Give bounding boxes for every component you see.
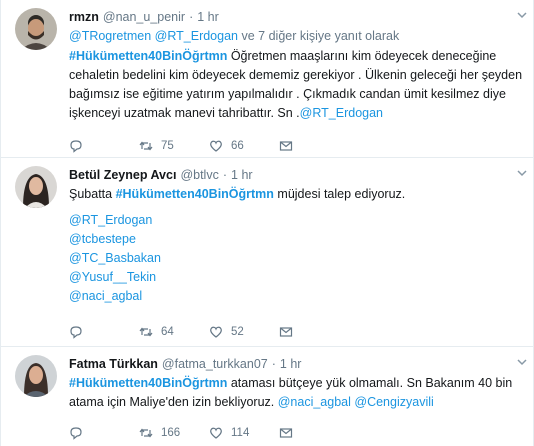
tweet[interactable]: Fatma Türkkan @fatma_turkkan07 · 1 hr #H… xyxy=(1,347,533,446)
like-icon xyxy=(210,427,222,439)
tweet-header: Betül Zeynep Avcı @btlvc · 1 hr xyxy=(69,166,525,184)
tweet-text: #Hükümetten40BinÖğrtmn Öğretmen maaşları… xyxy=(69,47,525,123)
tweet-text: #Hükümetten40BinÖğrtmn ataması bütçeye y… xyxy=(69,374,525,412)
mention-link[interactable]: @RT_Erdogan xyxy=(300,106,383,120)
hashtag-link[interactable]: #Hükümetten40BinÖğrtmn xyxy=(69,376,227,390)
timestamp[interactable]: 1 hr xyxy=(231,166,253,184)
reply-button[interactable] xyxy=(69,426,139,440)
reply-icon xyxy=(70,326,82,339)
tweet-header: Fatma Türkkan @fatma_turkkan07 · 1 hr xyxy=(69,355,525,373)
text-line: işkenceyi uzatmak manevi tahribattır. Sn… xyxy=(69,106,300,120)
text-line: Şubatta xyxy=(69,187,116,201)
text-line: Öğretmen maaşlarını kim ödeyecek deneceğ… xyxy=(227,49,497,63)
retweet-icon xyxy=(139,141,153,151)
mention-link[interactable]: @TC_Basbakan xyxy=(69,249,525,268)
retweet-button[interactable]: 75 xyxy=(139,139,209,153)
display-name[interactable]: Fatma Türkkan xyxy=(69,355,158,373)
text-line: bağımsız ise eğitime yatırım yapılmalıdı… xyxy=(69,87,506,101)
retweet-button[interactable]: 64 xyxy=(139,325,209,339)
dm-button[interactable] xyxy=(279,325,293,339)
chevron-down-icon[interactable] xyxy=(515,8,529,22)
dm-button[interactable] xyxy=(279,139,293,153)
replying-suffix: ve 7 diğer kişiye yanıt olarak xyxy=(241,29,400,43)
avatar[interactable] xyxy=(15,166,57,208)
text-line: atama için Maliye'den izin bekliyoruz. xyxy=(69,395,278,409)
tweet-actions: 64 52 xyxy=(69,324,293,340)
display-name[interactable]: rmzn xyxy=(69,8,99,26)
like-count: 52 xyxy=(231,326,244,338)
reply-button[interactable] xyxy=(69,139,139,153)
retweet-icon xyxy=(139,428,153,438)
text-line: müjdesi talep ediyoruz. xyxy=(273,187,406,201)
text-line: cehaletin bedelini kim ödeyecek dememiz … xyxy=(69,68,523,82)
avatar[interactable] xyxy=(15,355,57,397)
display-name[interactable]: Betül Zeynep Avcı xyxy=(69,166,176,184)
dm-button[interactable] xyxy=(279,426,293,440)
like-button[interactable]: 52 xyxy=(209,325,279,339)
dm-icon xyxy=(279,327,293,337)
retweet-count: 64 xyxy=(161,326,174,338)
like-button[interactable]: 114 xyxy=(209,426,279,440)
dm-icon xyxy=(279,141,293,151)
timestamp[interactable]: 1 hr xyxy=(280,355,302,373)
chevron-down-icon[interactable] xyxy=(515,166,529,180)
like-count: 66 xyxy=(231,140,244,152)
mention-link[interactable]: @RT_Erdogan xyxy=(69,211,525,230)
separator-dot: · xyxy=(222,168,228,182)
mention-link[interactable]: @Yusuf__Tekin xyxy=(69,268,525,287)
avatar[interactable] xyxy=(15,8,57,50)
text-line: ataması bütçeye yük olmamalı. Sn Bakanım… xyxy=(227,376,513,390)
tweet[interactable]: rmzn @nan_u_penir · 1 hr @TRogretmen @RT… xyxy=(1,0,533,158)
hashtag-link[interactable]: #Hükümetten40BinÖğrtmn xyxy=(69,49,227,63)
retweet-count: 166 xyxy=(161,427,181,439)
retweet-button[interactable]: 166 xyxy=(139,426,209,440)
like-button[interactable]: 66 xyxy=(209,139,279,153)
dm-icon xyxy=(279,428,293,438)
mention-link[interactable]: @Cengizyavili xyxy=(354,395,433,409)
mention-link[interactable]: @naci_agbal xyxy=(278,395,351,409)
mention-link[interactable]: @naci_agbal xyxy=(69,287,525,306)
reply-button[interactable] xyxy=(69,325,139,339)
tweet-actions: 75 66 xyxy=(69,138,293,154)
reply-icon xyxy=(70,427,82,440)
tweet-text: Şubatta #Hükümetten40BinÖğrtmn müjdesi t… xyxy=(69,185,525,204)
username[interactable]: @fatma_turkkan07 xyxy=(162,355,268,373)
separator-dot: · xyxy=(271,357,276,371)
reply-icon xyxy=(70,140,82,153)
mention-link[interactable]: @RT_Erdogan xyxy=(155,29,238,43)
tweet-feed: rmzn @nan_u_penir · 1 hr @TRogretmen @RT… xyxy=(0,0,534,446)
retweet-count: 75 xyxy=(161,140,174,152)
hashtag-link[interactable]: #Hükümetten40BinÖğrtmn xyxy=(116,187,274,201)
username[interactable]: @nan_u_penir xyxy=(103,8,185,26)
mention-list: @RT_Erdogan @tcbestepe @TC_Basbakan @Yus… xyxy=(69,211,525,306)
tweet[interactable]: Betül Zeynep Avcı @btlvc · 1 hr Şubatta … xyxy=(1,158,533,347)
like-icon xyxy=(210,140,222,152)
mention-link[interactable]: @TRogretmen xyxy=(69,29,151,43)
retweet-icon xyxy=(139,327,153,337)
like-icon xyxy=(210,326,222,338)
tweet-header: rmzn @nan_u_penir · 1 hr xyxy=(69,8,525,26)
chevron-down-icon[interactable] xyxy=(515,355,529,369)
separator-dot: · xyxy=(189,10,194,24)
timestamp[interactable]: 1 hr xyxy=(197,8,219,26)
tweet-actions: 166 114 xyxy=(69,425,293,441)
replying-to: @TRogretmen @RT_Erdogan ve 7 diğer kişiy… xyxy=(69,27,525,46)
mention-link[interactable]: @tcbestepe xyxy=(69,230,525,249)
username[interactable]: @btlvc xyxy=(180,166,218,184)
like-count: 114 xyxy=(231,427,250,439)
